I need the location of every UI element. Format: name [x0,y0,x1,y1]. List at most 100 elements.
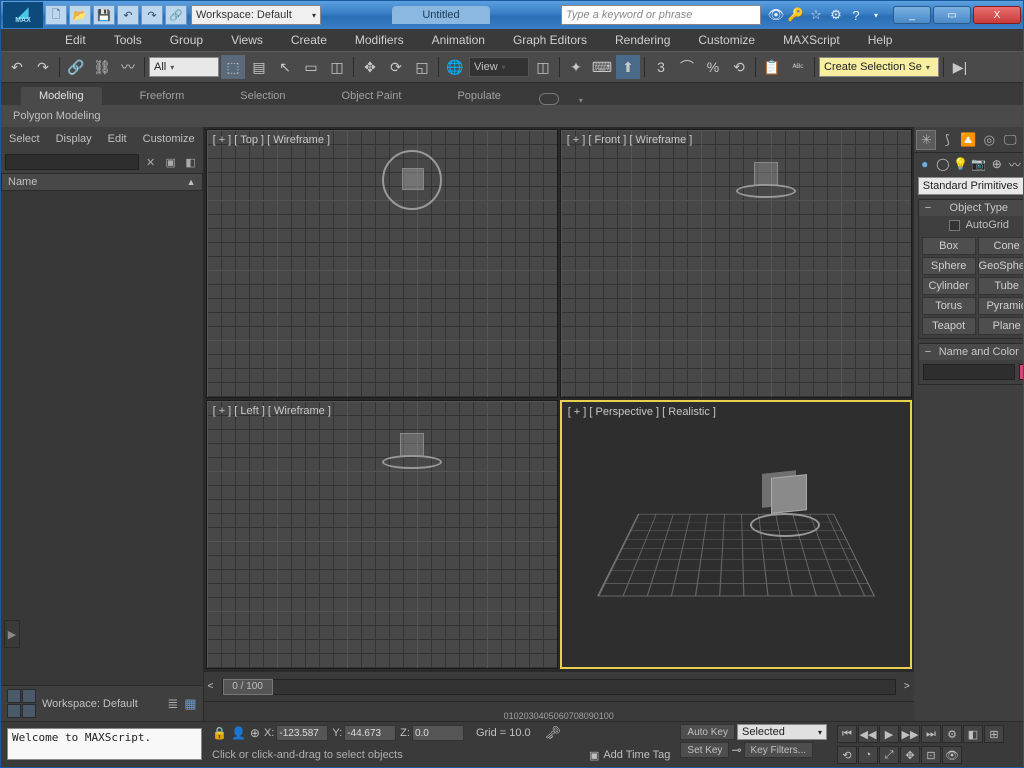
search-input[interactable]: Type a keyword or phrase [561,5,761,25]
workspace-selector[interactable]: Workspace: Default ▾ [191,5,321,25]
named-sel-icon[interactable]: 📋 [760,55,784,79]
time-slider-thumb[interactable]: 0 / 100 [223,679,273,695]
nav-zoom-region-icon[interactable]: ⊞ [984,725,1004,743]
menu-rendering[interactable]: Rendering [601,30,684,50]
nav-walk-icon[interactable]: 👁 [942,746,962,764]
tab-modeling[interactable]: Modeling [21,87,102,105]
subtab-helpers-icon[interactable]: ⊕ [988,155,1006,173]
gear-icon[interactable]: ⚙ [827,6,845,24]
abc-icon[interactable]: ᴬᴮᶜ [786,55,810,79]
redo-qat-icon[interactable]: ↷ [141,5,163,25]
menu-maxscript[interactable]: MAXScript [769,30,854,50]
btn-torus[interactable]: Torus [922,297,976,315]
tab-utilities-icon[interactable]: 🔨 [1021,130,1023,150]
time-config-icon[interactable]: ⚙ [942,725,962,743]
undo-qat-icon[interactable]: ↶ [117,5,139,25]
coord-z[interactable]: 0.0 [412,725,464,741]
object-color-swatch[interactable] [1019,364,1023,380]
clear-filter-icon[interactable]: ✕ [143,154,159,170]
help-icon[interactable]: ? [847,6,865,24]
time-next-icon[interactable]: > [900,680,914,694]
mirror-icon[interactable]: ▶| [948,55,972,79]
btn-geosphere[interactable]: GeoSphere [978,257,1023,275]
select-object-icon[interactable]: ⬚ [221,55,245,79]
rollout-header-object-type[interactable]: Object Type [919,200,1023,216]
prev-frame-icon[interactable]: ◀◀ [858,725,878,743]
spinner-snap-icon[interactable]: ⟲ [727,55,751,79]
btn-teapot[interactable]: Teapot [922,317,976,335]
save-file-icon[interactable]: 💾 [93,5,115,25]
close-button[interactable]: X [973,6,1021,24]
tab-display-icon[interactable]: 🖵 [1000,130,1020,150]
scene-menu-customize[interactable]: Customize [143,133,195,145]
rect-select-icon[interactable]: ▭ [299,55,323,79]
keyfilters-button[interactable]: Key Filters... [744,742,814,758]
filter-icon[interactable]: ▣ [163,154,179,170]
left-collapse-handle[interactable]: ▶ [4,620,20,648]
maxscript-listener[interactable]: Welcome to MAXScript. [7,728,202,760]
link-qat-icon[interactable]: 🔗 [165,5,187,25]
subtab-shapes-icon[interactable]: ◯ [934,155,952,173]
subtab-spacewarps-icon[interactable]: 〰 [1006,155,1023,173]
tag-icon[interactable]: ▣ [589,749,599,762]
nav-orbit-icon[interactable]: ⟲ [837,746,857,764]
snap-toggle-icon[interactable]: ⬆ [616,55,640,79]
goto-end-icon[interactable]: ⏭ [921,725,941,743]
scene-menu-select[interactable]: Select [9,133,40,145]
rotate-icon[interactable]: ⟳ [384,55,408,79]
key-toggle-icon[interactable]: ⊸ [731,743,741,757]
lock-icon[interactable]: 🔒 [212,726,227,740]
key-icon-2[interactable]: 🗝 [545,725,562,741]
menu-group[interactable]: Group [156,30,217,50]
time-ruler[interactable]: 0 10 20 30 40 50 60 70 80 90 100 [204,701,914,721]
tab-object-paint[interactable]: Object Paint [324,87,420,105]
manipulate-icon[interactable]: ✦ [564,55,588,79]
btn-cone[interactable]: Cone [978,237,1023,255]
window-crossing-icon[interactable]: ◫ [325,55,349,79]
move-icon[interactable]: ✥ [358,55,382,79]
app-logo[interactable]: MAX [3,2,43,28]
menu-modifiers[interactable]: Modifiers [341,30,418,50]
subtab-geometry-icon[interactable]: ● [916,155,934,173]
menu-customize[interactable]: Customize [684,30,769,50]
select-name-icon[interactable]: ▤ [247,55,271,79]
new-file-icon[interactable]: 🗋 [45,5,67,25]
minimize-button[interactable]: _ [893,6,931,24]
tab-hierarchy-icon[interactable]: 🔼 [958,130,978,150]
tab-freeform[interactable]: Freeform [122,87,203,105]
ref-coord-combo[interactable]: View▾ [469,57,529,77]
subtab-cameras-icon[interactable]: 📷 [970,155,988,173]
tab-populate[interactable]: Populate [439,87,518,105]
named-selection-combo[interactable]: Create Selection Se▾ [819,57,939,77]
keyboard-shortcut-icon[interactable]: ⌨ [590,55,614,79]
rollout-header-name-color[interactable]: Name and Color [919,344,1023,360]
layout-btn-4[interactable] [22,704,36,718]
menu-edit[interactable]: Edit [51,30,100,50]
star-icon[interactable]: ☆ [807,6,825,24]
viewport-perspective-label[interactable]: [ + ] [ Perspective ] [ Realistic ] [568,406,716,418]
bind-icon[interactable]: 〰 [116,55,140,79]
scene-column-header[interactable]: Name▲ [1,173,203,191]
open-file-icon[interactable]: 📂 [69,5,91,25]
redo-button[interactable]: ↷ [31,55,55,79]
menu-tools[interactable]: Tools [100,30,156,50]
scene-filter-input[interactable] [5,154,139,170]
scene-menu-edit[interactable]: Edit [108,133,127,145]
play-icon[interactable]: ▶ [879,725,899,743]
viewport-perspective[interactable]: [ + ] [ Perspective ] [ Realistic ] [560,400,912,669]
layout-btn-1[interactable] [7,689,21,703]
viewport-front-label[interactable]: [ + ] [ Front ] [ Wireframe ] [567,134,693,146]
time-slider[interactable]: 0 / 100 [222,679,896,695]
cursor-icon[interactable]: ↖ [273,55,297,79]
undo-button[interactable]: ↶ [5,55,29,79]
viewport-top[interactable]: [ + ] [ Top ] [ Wireframe ] [206,129,558,398]
menu-help[interactable]: Help [854,30,907,50]
binoculars-icon[interactable]: 👁 [767,6,785,24]
globe-icon[interactable]: 🌐 [443,55,467,79]
link-icon[interactable]: 🔗 [64,55,88,79]
menu-views[interactable]: Views [217,30,277,50]
btn-pyramid[interactable]: Pyramid [978,297,1023,315]
coord-y[interactable]: -44.673 [344,725,396,741]
btn-plane[interactable]: Plane [978,317,1023,335]
object-name-input[interactable] [923,364,1015,380]
